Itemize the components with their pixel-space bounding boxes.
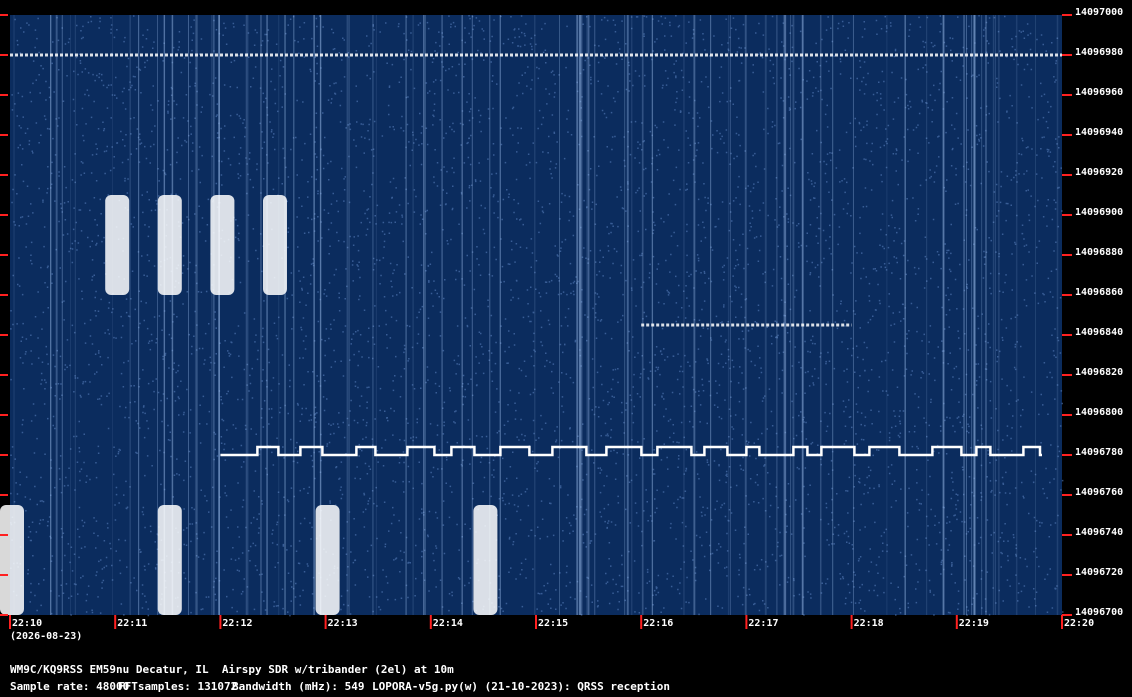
x-tick-label: 22:18: [853, 618, 884, 629]
x-tick-label: 22:11: [117, 618, 148, 629]
y-tick-label: 14096860: [1075, 287, 1124, 298]
sample-rate: Sample rate: 48000: [10, 680, 130, 693]
y-tick-label: 14096840: [1075, 327, 1124, 338]
waterfall-plot: [0, 14, 1072, 629]
x-tick-label: 22:19: [958, 618, 989, 629]
x-tick-label: 22:13: [327, 618, 358, 629]
x-tick-label: 22:16: [643, 618, 674, 629]
y-tick-label: 14096880: [1075, 247, 1124, 258]
y-tick-label: 14096800: [1075, 407, 1124, 418]
fft-samples: FFTsamples: 131072: [118, 680, 238, 693]
x-axis-date: (2026-08-23): [10, 631, 83, 642]
bandwidth: Bandwidth (mHz): 549: [232, 680, 365, 693]
x-tick-label: 22:15: [538, 618, 569, 629]
x-tick-label: 22:12: [222, 618, 253, 629]
y-tick-label: 14096940: [1075, 127, 1124, 138]
y-tick-label: 14096720: [1075, 567, 1124, 578]
signal-burst: [0, 505, 24, 615]
y-tick-label: 14096900: [1075, 207, 1124, 218]
y-tick-label: 14096820: [1075, 367, 1124, 378]
signal-burst: [105, 195, 130, 295]
x-tick-label: 22:17: [748, 618, 779, 629]
station-info: WM9C/KQ9RSS EM59nu Decatur, IL Airspy SD…: [10, 663, 454, 676]
y-tick-label: 14096780: [1075, 447, 1124, 458]
y-tick-label: 14096920: [1075, 167, 1124, 178]
x-tick-label: 22:10: [12, 618, 43, 629]
y-tick-label: 14096980: [1075, 47, 1124, 58]
signal-burst: [157, 505, 182, 615]
signal-burst: [473, 505, 498, 615]
signal-burst: [157, 195, 182, 295]
signal-burst: [263, 195, 287, 295]
y-tick-label: 14096760: [1075, 487, 1124, 498]
x-tick-label: 22:14: [432, 618, 463, 629]
y-tick-label: 14096740: [1075, 527, 1124, 538]
x-tick-label: 22:20: [1064, 618, 1095, 629]
y-tick-label: 14096700: [1075, 607, 1124, 618]
y-tick-label: 14097000: [1075, 7, 1124, 18]
software-info: LOPORA-v5g.py(w) (21-10-2023): QRSS rece…: [372, 680, 671, 693]
y-tick-label: 14096960: [1075, 87, 1124, 98]
signal-burst: [315, 505, 340, 615]
signal-burst: [210, 195, 235, 295]
